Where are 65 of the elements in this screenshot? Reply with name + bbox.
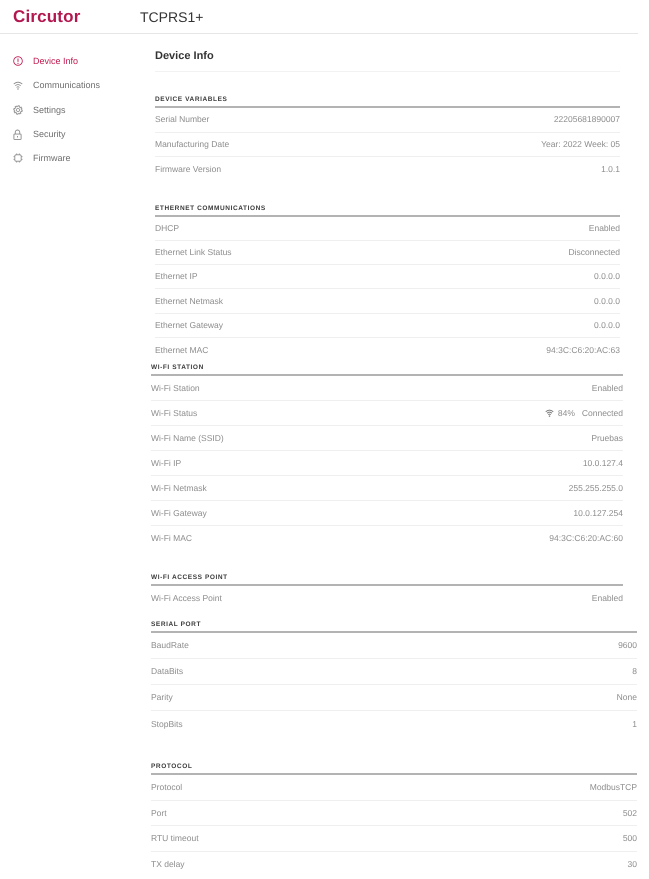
sidebar-item[interactable]: Device Info <box>33 55 78 68</box>
row-label: Ethernet Link Status <box>155 246 232 258</box>
sidebar-item[interactable]: Communications <box>33 79 100 92</box>
sidebar-item[interactable]: Firmware <box>33 152 70 164</box>
row-label: Manufacturing Date <box>155 138 230 150</box>
row-value: Pruebas <box>591 432 623 444</box>
lock-icon <box>13 128 22 140</box>
settings-icon <box>13 104 23 115</box>
sidebar-item[interactable]: Security <box>33 128 66 140</box>
row-value: Disconnected <box>568 246 620 258</box>
signal-strength: 84% <box>558 408 575 419</box>
row-label: BaudRate <box>151 640 189 652</box>
row-label: Wi-Fi Gateway <box>151 508 207 519</box>
row-value: 1 <box>632 718 637 730</box>
row-value: 10.0.127.254 <box>573 508 623 519</box>
row-value: 0.0.0.0 <box>594 320 620 331</box>
row-value: 0.0.0.0 <box>594 296 620 307</box>
sidebar-item[interactable]: Settings <box>33 104 66 116</box>
row-value: 255.255.255.0 <box>568 482 623 494</box>
row-label: Wi-Fi Netmask <box>151 482 207 494</box>
row-label: Wi-Fi MAC <box>151 533 192 544</box>
device-title: TCPRS1+ <box>140 8 204 26</box>
row-label: Ethernet Gateway <box>155 320 224 331</box>
row-label: RTU timeout <box>151 833 199 844</box>
row-label: Wi-Fi Access Point <box>151 593 222 604</box>
row-label: DataBits <box>151 666 184 678</box>
row-value: 500 <box>622 833 637 844</box>
row-value: 0.0.0.0 <box>594 271 620 282</box>
chip-icon <box>13 153 23 164</box>
row-value: 1.0.1 <box>601 164 620 175</box>
row-label: TX delay <box>151 859 185 870</box>
wifi-icon <box>13 80 23 90</box>
row-label: Wi-Fi Name (SSID) <box>151 432 224 444</box>
row-label: Protocol <box>151 782 182 794</box>
row-value: 22205681890007 <box>554 114 620 126</box>
row-label: Wi-Fi Status <box>151 408 198 419</box>
row-label: Port <box>151 808 167 819</box>
row-label: Parity <box>151 692 173 704</box>
row-value: 94:3C:C6:20:AC:60 <box>549 533 623 544</box>
row-value: Enabled <box>592 382 623 394</box>
page-title: Device Info <box>155 49 214 63</box>
info-icon <box>13 56 23 66</box>
row-value: 8 <box>632 666 637 678</box>
row-value: Year: 2022 Week: 05 <box>541 138 620 150</box>
row-value: Connected <box>582 408 623 419</box>
row-label: Wi-Fi IP <box>151 458 182 469</box>
row-value: 94:3C:C6:20:AC:63 <box>546 344 620 356</box>
row-label: Wi-Fi Station <box>151 382 200 394</box>
row-value: 502 <box>622 808 637 819</box>
row-label: StopBits <box>151 718 183 730</box>
row-value: Enabled <box>592 593 623 604</box>
brand-logo[interactable]: Circutor <box>13 6 80 26</box>
row-label: Ethernet IP <box>155 271 198 282</box>
row-label: Firmware Version <box>155 164 222 175</box>
row-label: DHCP <box>155 222 180 234</box>
row-label: Ethernet Netmask <box>155 296 224 307</box>
row-value: 10.0.127.4 <box>582 458 623 469</box>
row-value: 9600 <box>618 640 637 652</box>
row-label: Serial Number <box>155 114 210 126</box>
row-value: Enabled <box>588 222 620 234</box>
row-value: ModbusTCP <box>590 782 637 794</box>
row-value: None <box>616 692 637 704</box>
row-value: 30 <box>628 859 637 870</box>
row-label: Ethernet MAC <box>155 344 208 356</box>
wifi-icon <box>544 409 554 418</box>
